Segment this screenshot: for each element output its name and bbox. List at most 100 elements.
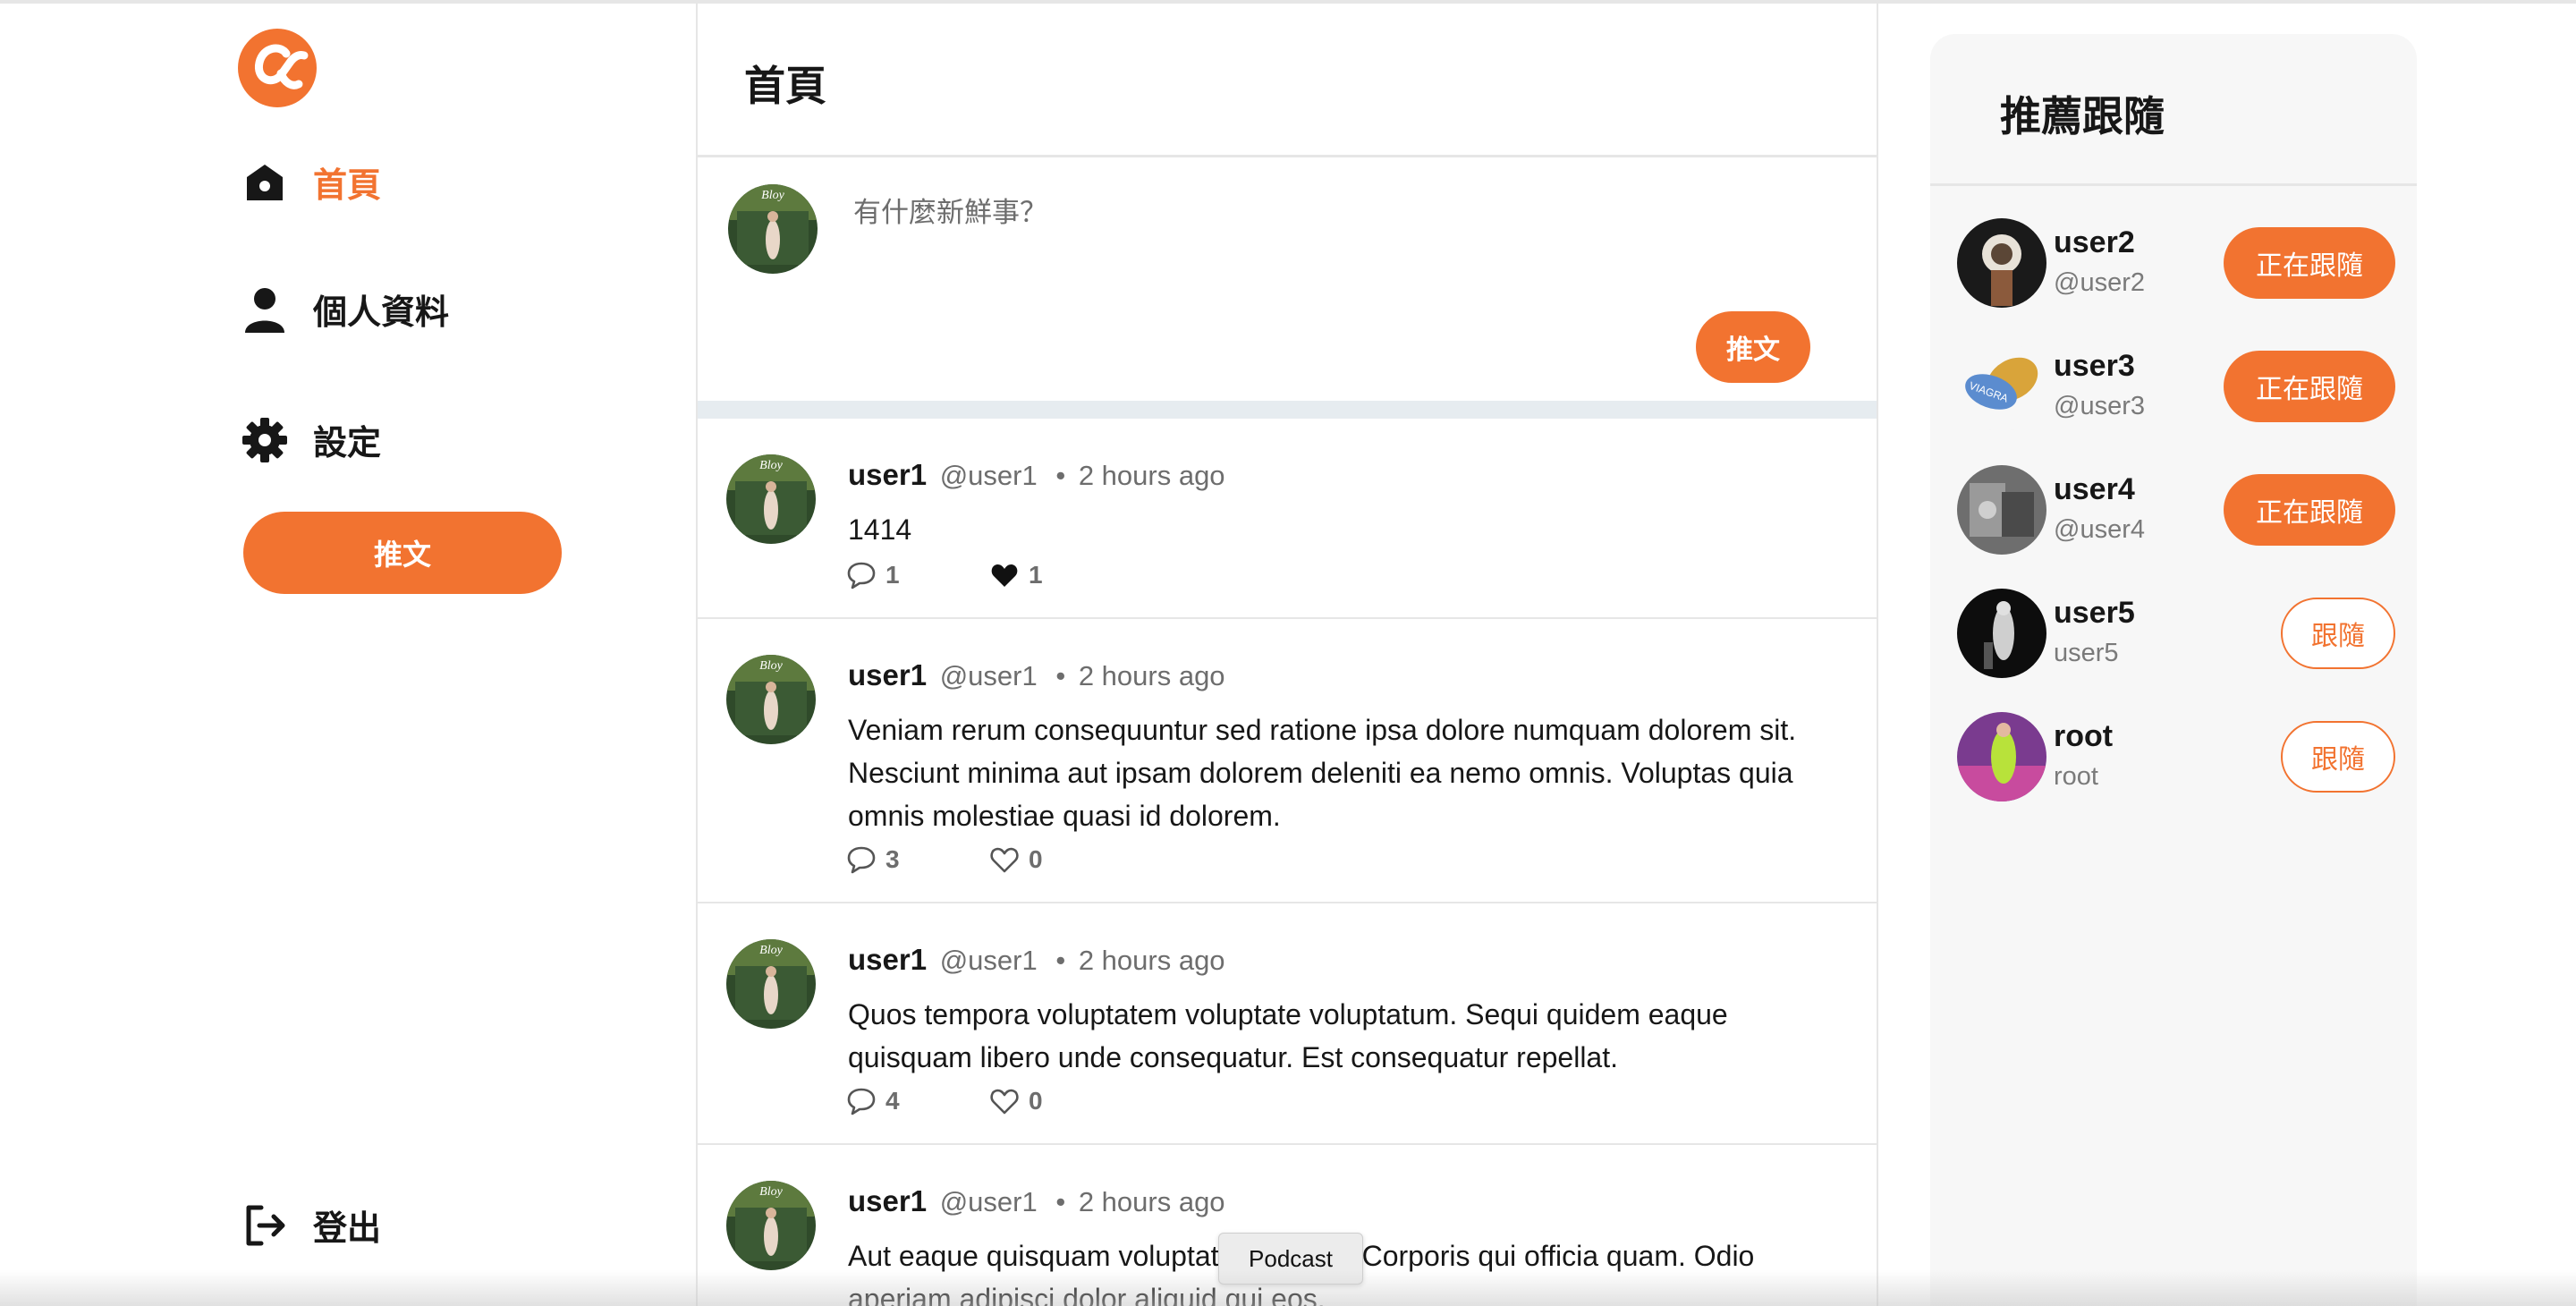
logout-icon	[242, 1202, 288, 1249]
like-button[interactable]: 0	[989, 1086, 1132, 1116]
gear-icon	[242, 417, 288, 463]
page-title: 首頁	[744, 63, 826, 109]
main-header: 首頁	[698, 0, 1877, 157]
like-count: 0	[1029, 845, 1043, 873]
recommend-user-name: user5	[2054, 596, 2135, 630]
svg-text:Bloy: Bloy	[759, 459, 783, 472]
recommend-user-item[interactable]: user4 @user4 正在跟隨	[1957, 465, 2395, 555]
svg-text:Bloy: Bloy	[759, 944, 783, 957]
recommend-user-item[interactable]: user5 user5 跟隨	[1957, 589, 2395, 678]
like-button[interactable]: 0	[989, 844, 1132, 875]
sidebar: 首頁 個人資料 設定 推文 登出	[0, 0, 698, 1306]
follow-button[interactable]: 跟隨	[2281, 598, 2395, 669]
main-feed: 首頁 Bloy 推文 Bloy user1 @user1 • 2 hours a…	[698, 0, 1878, 1306]
tweet-button[interactable]: 推文	[243, 512, 562, 594]
heart-icon	[990, 1089, 1019, 1115]
tweet-header: user1 @user1 • 2 hours ago	[848, 1184, 1225, 1218]
tweet-author-handle: @user1	[939, 1186, 1038, 1217]
tweet-actions: 1 1	[846, 560, 1132, 590]
recommend-user-handle: @user3	[2054, 392, 2145, 420]
tweet-author-name[interactable]: user1	[848, 943, 927, 976]
tweet-item[interactable]: Bloy user1 @user1 • 2 hours ago 1414 1 1	[698, 419, 1877, 619]
like-count: 1	[1029, 561, 1043, 589]
avatar[interactable]	[1957, 712, 2046, 801]
tweet-item[interactable]: Bloy user1 @user1 • 2 hours ago Quos tem…	[698, 903, 1877, 1145]
tweet-actions: 3 0	[846, 844, 1132, 875]
tweet-actions: 4 0	[846, 1086, 1132, 1116]
svg-text:Bloy: Bloy	[759, 1185, 783, 1199]
recommend-user-name: user2	[2054, 225, 2135, 259]
tweet-text: 1414	[848, 513, 912, 546]
separator-dot: •	[1055, 660, 1066, 691]
reply-button[interactable]: 3	[846, 844, 989, 875]
heart-filled-icon	[991, 564, 1018, 587]
recommend-user-item[interactable]: user2 @user2 正在跟隨	[1957, 218, 2395, 308]
like-count: 0	[1029, 1087, 1043, 1115]
avatar[interactable]: VIAGRA	[1957, 342, 2046, 431]
sidebar-item-label: 設定	[313, 425, 382, 462]
tweet-author-handle: @user1	[939, 660, 1038, 691]
avatar[interactable]	[1957, 218, 2046, 308]
reply-button[interactable]: 1	[846, 560, 989, 590]
svg-text:Bloy: Bloy	[761, 189, 784, 202]
sidebar-item-label: 個人資料	[313, 294, 450, 332]
compose-box: Bloy 推文	[698, 157, 1877, 401]
tweet-item[interactable]: Bloy user1 @user1 • 2 hours ago Veniam r…	[698, 619, 1877, 903]
recommend-panel: 推薦跟隨 user2 @user2 正在跟隨 VIAGRA user3 @use…	[1930, 34, 2417, 1306]
sidebar-item-settings[interactable]: 設定	[242, 415, 381, 464]
tweet-author-handle: @user1	[939, 460, 1038, 491]
section-divider	[698, 401, 1877, 419]
recommend-user-name: user4	[2054, 472, 2135, 506]
recommend-user-name: user3	[2054, 349, 2135, 383]
recommend-user-item[interactable]: VIAGRA user3 @user3 正在跟隨	[1957, 342, 2395, 431]
recommend-header: 推薦跟隨	[1930, 34, 2417, 186]
tweet-timestamp: 2 hours ago	[1078, 945, 1225, 976]
comment-icon	[847, 562, 876, 589]
avatar[interactable]: Bloy	[726, 939, 816, 1029]
avatar[interactable]	[1957, 589, 2046, 678]
tweet-header: user1 @user1 • 2 hours ago	[848, 943, 1225, 977]
avatar[interactable]: Bloy	[726, 454, 816, 544]
recommend-title: 推薦跟隨	[2000, 93, 2165, 140]
sidebar-item-home[interactable]: 首頁	[242, 157, 381, 207]
tweet-timestamp: 2 hours ago	[1078, 660, 1225, 691]
reply-count: 4	[886, 1087, 900, 1115]
tweet-timestamp: 2 hours ago	[1078, 1186, 1225, 1217]
sidebar-item-profile[interactable]: 個人資料	[242, 284, 449, 334]
tweet-header: user1 @user1 • 2 hours ago	[848, 658, 1225, 692]
avatar[interactable]: Bloy	[728, 184, 818, 274]
logout-button[interactable]: 登出	[242, 1200, 381, 1250]
reply-button[interactable]: 4	[846, 1086, 989, 1116]
home-icon	[242, 159, 288, 206]
recommend-user-handle: @user2	[2054, 268, 2145, 297]
tweet-author-name[interactable]: user1	[848, 658, 927, 691]
avatar[interactable]: Bloy	[726, 655, 816, 744]
reply-count: 1	[886, 561, 900, 589]
recommend-user-handle: @user4	[2054, 515, 2145, 544]
recommend-user-handle: root	[2054, 762, 2098, 791]
user-icon	[242, 286, 288, 333]
avatar[interactable]	[1957, 465, 2046, 555]
podcast-tooltip: Podcast	[1218, 1233, 1363, 1285]
recommend-user-handle: user5	[2054, 639, 2119, 667]
follow-button[interactable]: 跟隨	[2281, 721, 2395, 793]
tweet-timestamp: 2 hours ago	[1078, 460, 1225, 491]
heart-icon	[990, 847, 1019, 873]
separator-dot: •	[1055, 1186, 1066, 1217]
following-button[interactable]: 正在跟隨	[2224, 227, 2395, 299]
alpha-logo-icon[interactable]	[236, 27, 318, 109]
tweet-text: Quos tempora voluptatem voluptate volupt…	[848, 998, 1728, 1073]
avatar[interactable]: Bloy	[726, 1181, 816, 1270]
tweet-author-name[interactable]: user1	[848, 1184, 927, 1217]
compose-input[interactable]	[852, 188, 1794, 299]
reply-count: 3	[886, 845, 900, 873]
following-button[interactable]: 正在跟隨	[2224, 474, 2395, 546]
svg-text:Bloy: Bloy	[759, 659, 783, 673]
like-button[interactable]: 1	[989, 560, 1132, 590]
tweet-author-handle: @user1	[939, 945, 1038, 976]
following-button[interactable]: 正在跟隨	[2224, 351, 2395, 422]
compose-tweet-button[interactable]: 推文	[1696, 311, 1810, 383]
tweet-author-name[interactable]: user1	[848, 458, 927, 491]
recommend-user-item[interactable]: root root 跟隨	[1957, 712, 2395, 801]
recommend-user-name: root	[2054, 719, 2114, 753]
